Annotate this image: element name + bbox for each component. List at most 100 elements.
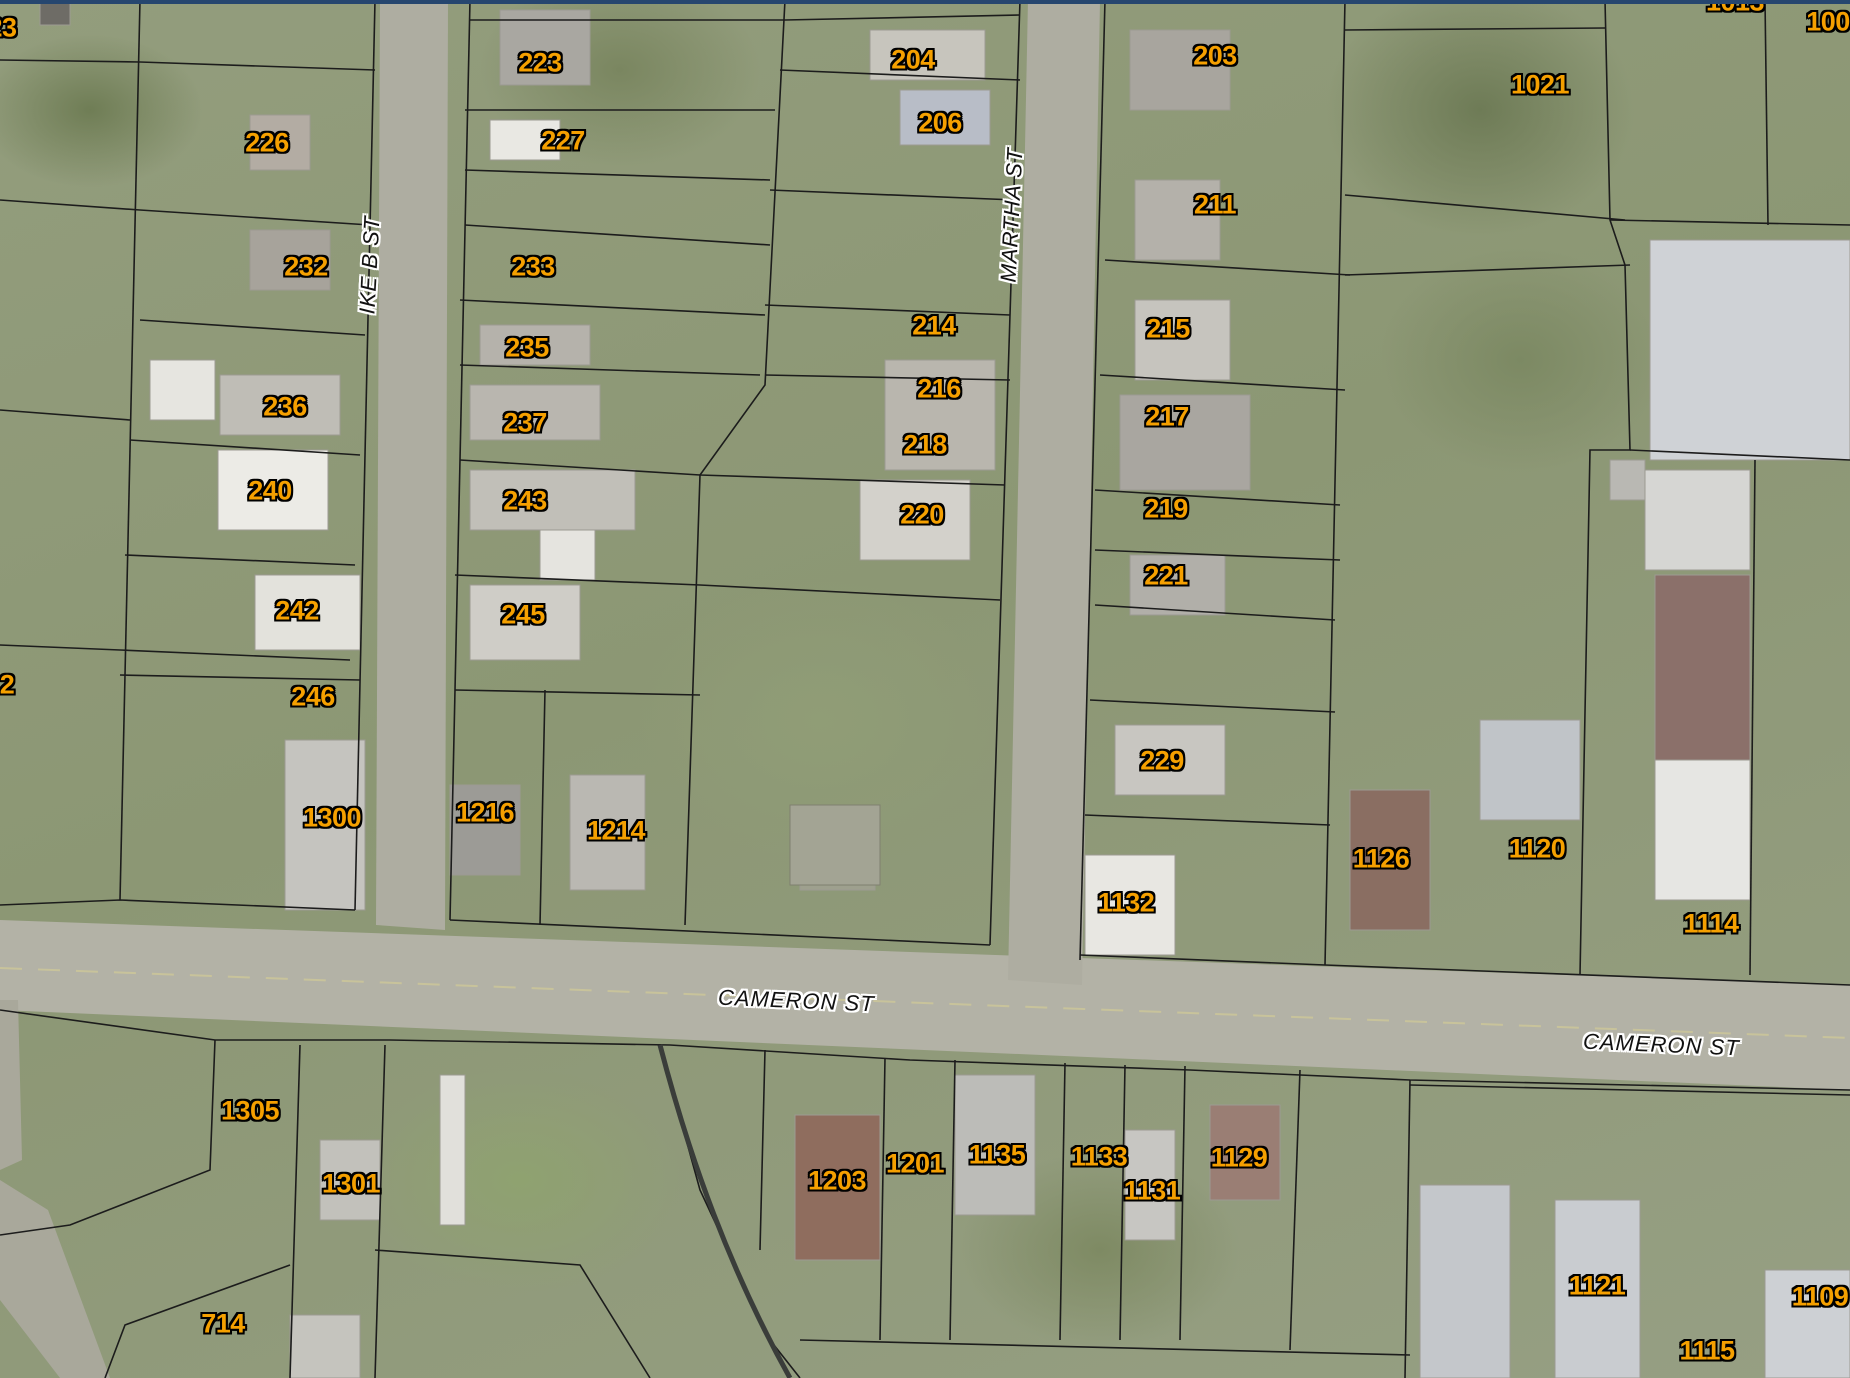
- building: [149, 359, 216, 421]
- parcel-label: 204: [891, 44, 935, 75]
- parcel-line: [1094, 489, 1341, 506]
- parcel-label: 714: [201, 1308, 245, 1339]
- map-frame-border: [0, 0, 1850, 4]
- parcel-label: 1129: [1210, 1142, 1268, 1173]
- parcel-label: 245: [501, 599, 545, 630]
- parcel-line: [1179, 1065, 1186, 1341]
- parcel-label: 1126: [1352, 843, 1410, 874]
- parcel-label: 211: [1193, 189, 1237, 220]
- parcel-label: 227: [541, 125, 585, 156]
- parcel-line: [464, 169, 771, 181]
- building: [1644, 469, 1751, 571]
- parcel-line: [139, 319, 366, 336]
- parcel-line: [119, 0, 141, 901]
- parcel-label: 243: [503, 485, 547, 516]
- parcel-label: 1121: [1568, 1270, 1626, 1301]
- drainage-channel: [657, 1044, 793, 1378]
- parcel-label: 1109: [1791, 1281, 1849, 1312]
- parcel-line: [1344, 264, 1631, 276]
- parcel-line: [949, 1059, 956, 1341]
- building: [289, 1314, 361, 1378]
- parcel-label: 206: [918, 107, 962, 138]
- parcel-line: [769, 189, 1016, 201]
- parcel-line: [1609, 219, 1850, 226]
- parcel-label: 232: [284, 251, 328, 282]
- parcel-line: [1344, 27, 1606, 31]
- parcel-label: 236: [263, 391, 307, 422]
- parcel-label: 219: [1144, 493, 1188, 524]
- building: [539, 529, 596, 581]
- parcel-label: 226: [245, 127, 289, 158]
- road-west-curve: [0, 1000, 22, 1170]
- parcel-line: [464, 224, 771, 246]
- parcel-label: 235: [505, 332, 549, 363]
- parcel-label: 246: [291, 681, 335, 712]
- street-label-ike-b-st: IKE B ST: [354, 215, 385, 315]
- building: [789, 804, 881, 886]
- parcel-label: 1115: [1679, 1335, 1735, 1366]
- parcel-label: 1132: [1097, 887, 1155, 918]
- parcel-label: 1305: [220, 1095, 280, 1126]
- parcel-label: 240: [248, 475, 292, 506]
- parcel-line: [124, 554, 356, 566]
- parcel-line: [759, 1049, 766, 1251]
- parcel-line: [104, 1264, 291, 1378]
- parcel-line: [0, 59, 376, 71]
- parcel-line: [1324, 0, 1346, 966]
- parcel-label: 1300: [302, 802, 362, 833]
- parcel-label: 233: [511, 251, 555, 282]
- parcel-line: [459, 299, 766, 316]
- parcel-label: 215: [1146, 313, 1190, 344]
- parcel-label: 1203: [807, 1165, 867, 1196]
- parcel-label: 214: [912, 310, 956, 341]
- parcel-line: [454, 689, 701, 696]
- parcel-label: 203: [1193, 40, 1237, 71]
- road-sw-diagonal: [0, 1180, 110, 1378]
- parcel-line: [1104, 259, 1351, 276]
- parcel-label: 1216: [455, 797, 515, 828]
- parcel-line: [1059, 1062, 1066, 1341]
- parcel-line: [539, 689, 546, 926]
- parcel-line: [784, 14, 1021, 21]
- parcel-label: 1201: [885, 1148, 945, 1179]
- parcel-label: 220: [900, 499, 944, 530]
- parcel-label: 1131: [1123, 1175, 1181, 1206]
- road-ike-b-st: [376, 0, 448, 930]
- parcel-label: 229: [1140, 745, 1184, 776]
- parcel-line: [119, 674, 361, 681]
- parcel-line: [879, 1057, 886, 1341]
- parcel-line: [1749, 459, 1756, 976]
- parcel-label: 1021: [1510, 69, 1570, 100]
- building: [1609, 459, 1646, 501]
- parcel-label: 242: [275, 595, 319, 626]
- parcel-label: 1214: [586, 815, 646, 846]
- parcel-line: [0, 409, 131, 421]
- road-cameron-st: [0, 920, 1850, 1090]
- parcel-label: 1114: [1683, 908, 1739, 939]
- parcel-label: 1135: [968, 1139, 1026, 1170]
- building: [469, 469, 636, 531]
- building: [1419, 1184, 1511, 1378]
- building: [1649, 239, 1850, 461]
- parcel-line: [1344, 194, 1626, 221]
- parcel-label: 23: [0, 12, 17, 43]
- parcel-line: [459, 364, 761, 376]
- building: [439, 1074, 466, 1226]
- parcel-line: [374, 1249, 651, 1378]
- parcel-label: 218: [903, 429, 947, 460]
- parcel-line: [764, 304, 1011, 316]
- parcel-label: 237: [503, 407, 547, 438]
- parcel-label: 216: [917, 373, 961, 404]
- parcel-line: [684, 0, 786, 926]
- parcel-line: [0, 199, 371, 226]
- parcel-label: 1120: [1508, 833, 1566, 864]
- parcel-label: 2: [0, 669, 15, 700]
- parcel-line: [1404, 1079, 1411, 1378]
- building: [1479, 719, 1581, 821]
- parcel-label: 1301: [321, 1168, 381, 1199]
- parcel-line: [1289, 1069, 1301, 1351]
- parcel-map[interactable]: 23 100 1013 223 204 203 1021 226 227 206…: [0, 0, 1850, 1378]
- building: [1654, 574, 1751, 761]
- parcel-line: [1084, 814, 1331, 826]
- parcel-line: [659, 1044, 801, 1378]
